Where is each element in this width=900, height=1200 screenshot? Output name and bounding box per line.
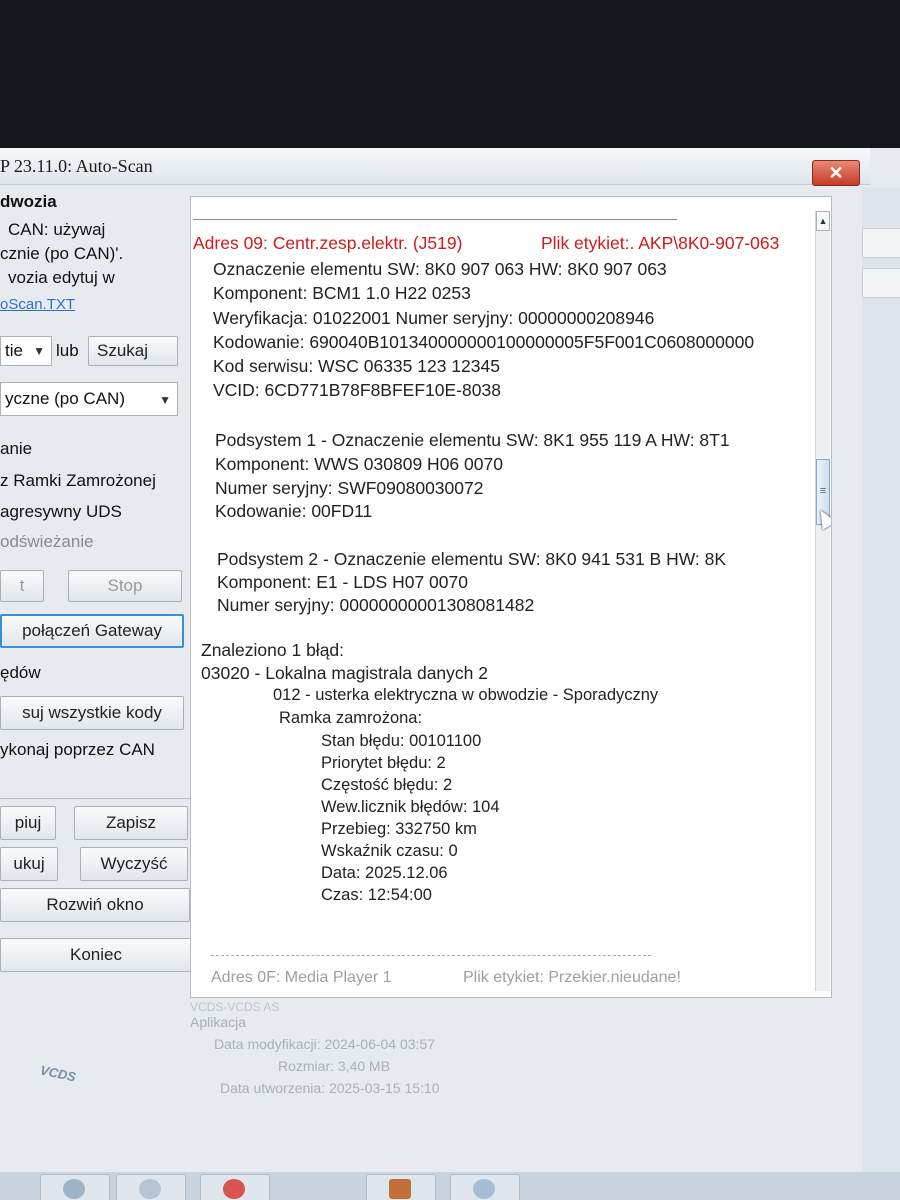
refresh-option[interactable]: odświeżanie: [0, 532, 94, 552]
close-icon: ✕: [828, 163, 844, 183]
copy-button[interactable]: piuj: [0, 806, 56, 840]
taskbar-item-vcds[interactable]: [450, 1174, 520, 1200]
file-size: Rozmiar: 3,40 MB: [278, 1058, 391, 1074]
background-window-edge: [862, 188, 900, 1200]
vertical-scrollbar[interactable]: ▲ ≡: [815, 211, 830, 991]
clear-all-codes-button[interactable]: suj wszystkie kody: [0, 696, 184, 730]
subsystem1-coding: Kodowanie: 00FD11: [215, 501, 373, 521]
next-module-address: Adres 0F: Media Player 1: [211, 969, 392, 986]
freeze-frame-frequency: Częstość błędu: 2: [321, 776, 453, 794]
gateway-button[interactable]: połączeń Gateway: [0, 614, 184, 648]
chassis-section-header: dwozia: [0, 192, 57, 211]
stop-button[interactable]: Stop: [68, 570, 182, 602]
print-button[interactable]: ukuj: [0, 847, 58, 881]
type-select[interactable]: tie ▼: [0, 336, 52, 366]
subsystem1-serial: Numer seryjny: SWF09080030072: [215, 478, 484, 498]
freeze-frame-counter: Wew.licznik błędów: 104: [321, 798, 500, 816]
taskbar-item-3[interactable]: [366, 1174, 436, 1200]
file-created: Data utworzenia: 2025-03-15 15:10: [220, 1080, 440, 1096]
app-icon: [63, 1179, 85, 1199]
freeze-frame-date: Data: 2025.12.06: [321, 864, 448, 882]
window-title: P 23.11.0: Auto-Scan: [0, 156, 153, 176]
subsystem1-sw: Podsystem 1 - Oznaczenie elementu SW: 8K…: [215, 430, 730, 450]
scan-report-textbox[interactable]: Adres 09: Centr.zesp.elektr. (J519) Plik…: [190, 196, 832, 998]
save-button[interactable]: Zapisz: [74, 806, 188, 840]
autoscan-txt-link[interactable]: oScan.TXT: [0, 296, 75, 313]
info-line-3: vozia edytuj w: [8, 268, 115, 287]
control-panel: dwozia CAN: używaj cznie (po CAN)'. vozi…: [0, 186, 194, 1200]
subsystem1-component: Komponent: WWS 030809 H06 0070: [215, 454, 503, 474]
search-button[interactable]: Szukaj: [88, 336, 178, 366]
freeze-frame-mileage: Przebieg: 332750 km: [321, 820, 477, 838]
component-line: Komponent: BCM1 1.0 H22 0253: [213, 283, 471, 303]
protocol-select[interactable]: yczne (po CAN) ▼: [0, 382, 178, 416]
verification-line: Weryfikacja: 01022001 Numer seryjny: 000…: [213, 308, 655, 328]
browser-icon: [223, 1179, 245, 1199]
taskbar-item-2[interactable]: [116, 1174, 186, 1200]
title-bar: P 23.11.0: Auto-Scan ✕: [0, 148, 870, 186]
info-line-2: cznie (po CAN)'.: [0, 244, 124, 263]
sw-hw-line: Oznaczenie elementu SW: 8K0 907 063 HW: …: [213, 259, 667, 279]
freeze-frame-priority: Priorytet błędu: 2: [321, 754, 446, 772]
file-name: VCDS-VCDS AS: [190, 1000, 280, 1014]
errors-header: ędów: [0, 663, 41, 682]
app-icon: [389, 1179, 411, 1199]
found-errors: Znaleziono 1 błąd:: [201, 640, 345, 660]
exit-button[interactable]: Koniec: [0, 938, 192, 972]
file-type: Aplikacja: [190, 1014, 247, 1030]
vcid-line: VCID: 6CD771B78F8BFEF10E-8038: [213, 380, 501, 400]
file-info-tooltip: VCDS-VCDS AS Aplikacja Data modyfikacji:…: [190, 1000, 830, 1200]
chevron-down-icon: ▼: [33, 344, 45, 358]
expand-window-button[interactable]: Rozwiń okno: [0, 888, 190, 922]
app-icon: [139, 1179, 161, 1199]
chevron-down-icon: ▼: [159, 393, 171, 407]
taskbar-item-browser[interactable]: [200, 1174, 270, 1200]
subsystem2-component: Komponent: E1 - LDS H07 0070: [217, 572, 468, 592]
freeze-frame-status: Stan błędu: 00101100: [321, 732, 482, 750]
subsystem2-sw: Podsystem 2 - Oznaczenie elementu SW: 8K…: [217, 549, 727, 569]
clear-button[interactable]: Wyczyść: [80, 847, 188, 881]
option-freeze-frame[interactable]: z Ramki Zamrożonej: [0, 471, 156, 491]
autoscan-window: P 23.11.0: Auto-Scan ✕ dwozia CAN: używa…: [0, 148, 900, 1200]
taskbar-item-1[interactable]: [40, 1174, 110, 1200]
freeze-frame-time-indicator: Wskaźnik czasu: 0: [321, 842, 458, 860]
close-button[interactable]: ✕: [812, 160, 860, 186]
top-separator: [193, 219, 677, 220]
type-select-value: tie: [5, 341, 23, 360]
fault-detail: 012 - usterka elektryczna w obwodzie - S…: [273, 686, 659, 704]
taskbar: [0, 1172, 900, 1200]
service-code-line: Kod serwisu: WSC 06335 123 12345: [213, 356, 500, 376]
or-label: lub: [56, 341, 79, 360]
vcds-icon: [473, 1179, 495, 1199]
freeze-frame-header: Ramka zamrożona:: [279, 709, 423, 727]
options-header: anie: [0, 439, 33, 458]
bottom-separator: [211, 955, 651, 956]
label-file: Plik etykiet:. AKP\8K0-907-063: [541, 233, 780, 253]
info-line-1: CAN: używaj: [8, 220, 106, 239]
option-aggressive-uds[interactable]: agresywny UDS: [0, 502, 122, 522]
via-can-option[interactable]: ykonaj poprzez CAN: [0, 740, 155, 760]
freeze-frame-time: Czas: 12:54:00: [321, 886, 432, 904]
fault-code: 03020 - Lokalna magistrala danych 2: [201, 663, 488, 683]
scroll-up-arrow-icon[interactable]: ▲: [816, 211, 830, 231]
module-address: Adres 09: Centr.zesp.elektr. (J519): [193, 233, 463, 253]
file-modified: Data modyfikacji: 2024-06-04 03:57: [214, 1036, 436, 1052]
screen-bezel: [0, 0, 900, 150]
subsystem2-serial: Numer seryjny: 00000000001308081482: [217, 595, 535, 615]
coding-line: Kodowanie: 690040B101340000000100000005F…: [213, 332, 755, 352]
next-label-file: Plik etykiet: Przekier.nieudane!: [463, 969, 681, 986]
start-button[interactable]: t: [0, 570, 44, 602]
protocol-select-value: yczne (po CAN): [5, 389, 125, 408]
